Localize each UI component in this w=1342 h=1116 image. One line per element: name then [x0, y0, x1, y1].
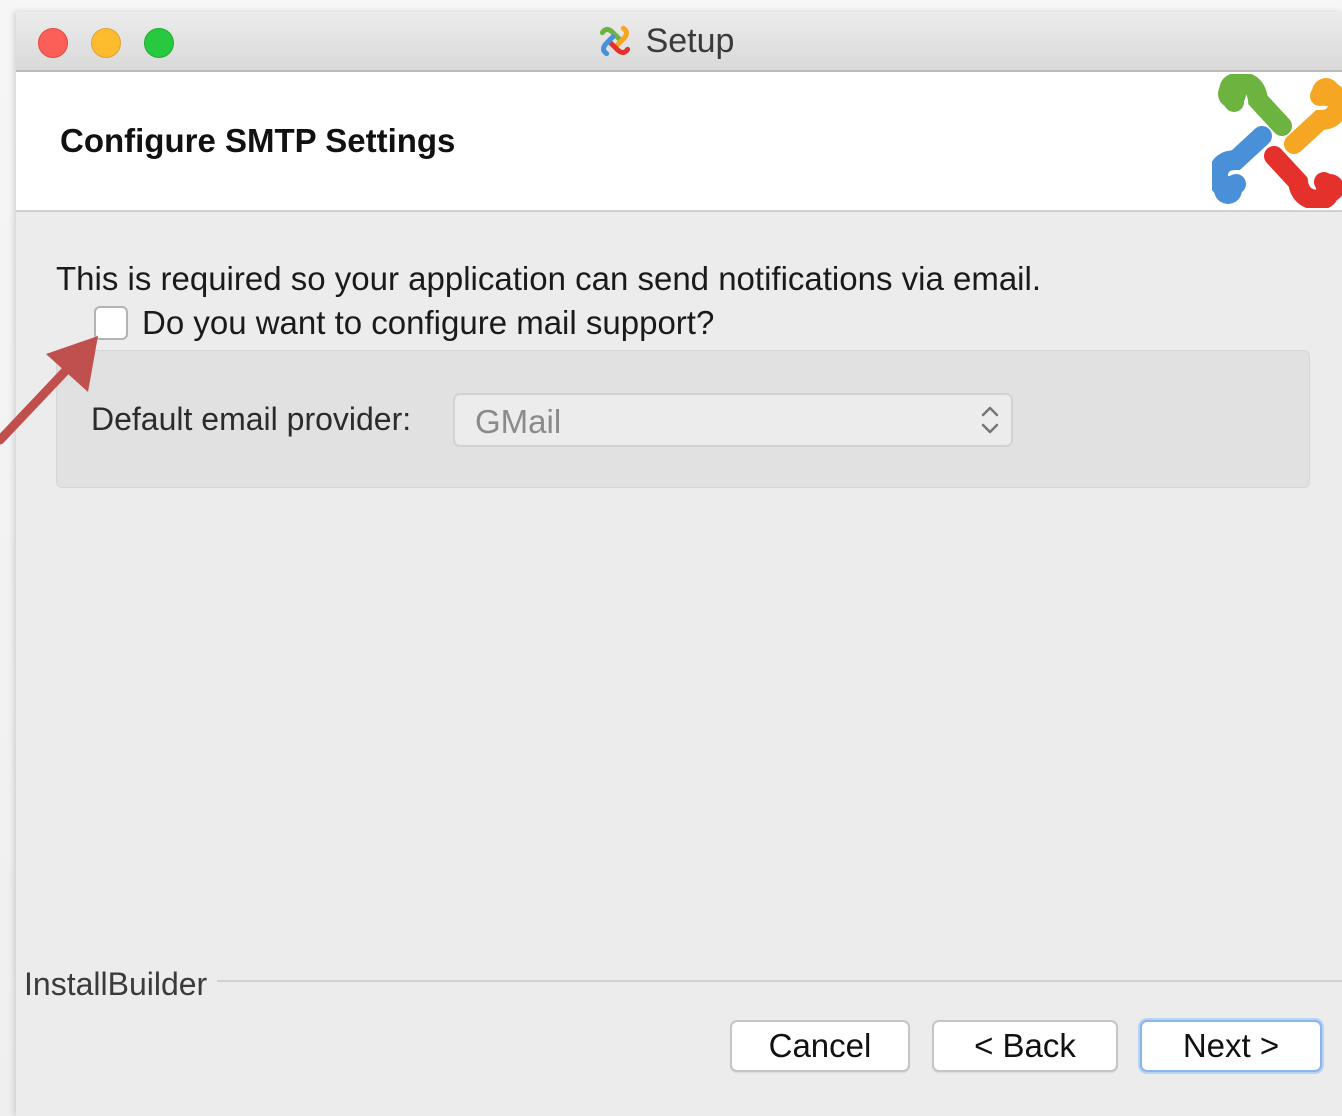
- email-provider-value: GMail: [475, 403, 562, 440]
- email-provider-label: Default email provider:: [91, 401, 412, 437]
- mail-support-option[interactable]: Do you want to configure mail support?: [94, 304, 714, 342]
- page-title: Configure SMTP Settings: [60, 122, 456, 159]
- page-header: Configure SMTP Settings: [16, 72, 1342, 212]
- description-text: This is required so your application can…: [56, 260, 1042, 297]
- window-title-group: Setup: [16, 12, 1342, 70]
- window-title: Setup: [645, 21, 735, 60]
- mail-support-label[interactable]: Do you want to configure mail support?: [142, 304, 714, 342]
- title-bar[interactable]: Setup: [16, 12, 1342, 72]
- next-button[interactable]: Next >: [1140, 1020, 1322, 1072]
- setup-window: Setup Configure SMTP Settings This is re…: [16, 12, 1342, 1116]
- joomla-small-icon: [599, 25, 630, 57]
- back-button[interactable]: < Back: [932, 1020, 1118, 1072]
- up-down-chevron-icon: [981, 406, 999, 434]
- email-provider-select[interactable]: GMail: [453, 393, 1013, 447]
- footer-divider: [24, 980, 1342, 982]
- cancel-button[interactable]: Cancel: [730, 1020, 910, 1072]
- mail-settings-group: Default email provider: GMail: [56, 350, 1310, 488]
- annotation-arrow-icon: [0, 336, 98, 445]
- installbuilder-brand: InstallBuilder: [24, 966, 218, 1003]
- joomla-logo-icon: [1212, 74, 1342, 208]
